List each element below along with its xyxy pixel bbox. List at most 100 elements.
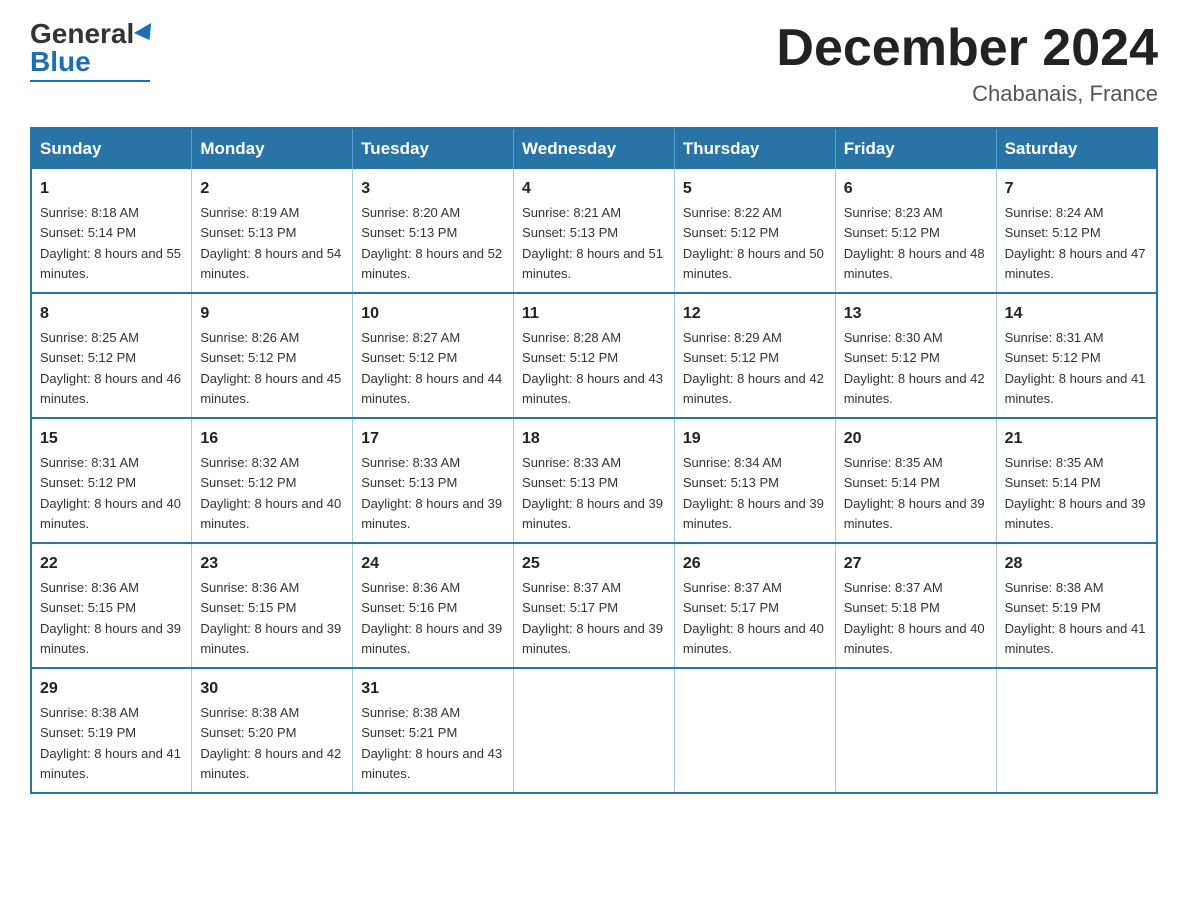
week-row-4: 22 Sunrise: 8:36 AMSunset: 5:15 PMDaylig… [31,543,1157,668]
day-info: Sunrise: 8:38 AMSunset: 5:19 PMDaylight:… [1005,580,1146,656]
table-row: 2 Sunrise: 8:19 AMSunset: 5:13 PMDayligh… [192,169,353,293]
table-row: 17 Sunrise: 8:33 AMSunset: 5:13 PMDaylig… [353,418,514,543]
day-info: Sunrise: 8:23 AMSunset: 5:12 PMDaylight:… [844,205,985,281]
table-row: 26 Sunrise: 8:37 AMSunset: 5:17 PMDaylig… [674,543,835,668]
logo-triangle-icon [134,23,158,45]
day-number: 29 [40,677,183,701]
day-info: Sunrise: 8:37 AMSunset: 5:17 PMDaylight:… [522,580,663,656]
day-info: Sunrise: 8:25 AMSunset: 5:12 PMDaylight:… [40,330,181,406]
day-info: Sunrise: 8:33 AMSunset: 5:13 PMDaylight:… [522,455,663,531]
day-info: Sunrise: 8:29 AMSunset: 5:12 PMDaylight:… [683,330,824,406]
table-row [996,668,1157,793]
header-sunday: Sunday [31,128,192,169]
table-row: 3 Sunrise: 8:20 AMSunset: 5:13 PMDayligh… [353,169,514,293]
day-number: 17 [361,427,505,451]
day-info: Sunrise: 8:38 AMSunset: 5:21 PMDaylight:… [361,705,502,781]
day-number: 8 [40,302,183,326]
logo-underline [30,80,150,82]
header-friday: Friday [835,128,996,169]
table-row: 23 Sunrise: 8:36 AMSunset: 5:15 PMDaylig… [192,543,353,668]
table-row: 28 Sunrise: 8:38 AMSunset: 5:19 PMDaylig… [996,543,1157,668]
day-info: Sunrise: 8:36 AMSunset: 5:15 PMDaylight:… [200,580,341,656]
table-row: 9 Sunrise: 8:26 AMSunset: 5:12 PMDayligh… [192,293,353,418]
day-info: Sunrise: 8:38 AMSunset: 5:19 PMDaylight:… [40,705,181,781]
day-number: 2 [200,177,344,201]
table-row: 22 Sunrise: 8:36 AMSunset: 5:15 PMDaylig… [31,543,192,668]
logo-general-text: General [30,20,134,48]
day-info: Sunrise: 8:34 AMSunset: 5:13 PMDaylight:… [683,455,824,531]
day-info: Sunrise: 8:38 AMSunset: 5:20 PMDaylight:… [200,705,341,781]
day-number: 24 [361,552,505,576]
day-info: Sunrise: 8:22 AMSunset: 5:12 PMDaylight:… [683,205,824,281]
table-row: 30 Sunrise: 8:38 AMSunset: 5:20 PMDaylig… [192,668,353,793]
day-info: Sunrise: 8:37 AMSunset: 5:18 PMDaylight:… [844,580,985,656]
table-row: 27 Sunrise: 8:37 AMSunset: 5:18 PMDaylig… [835,543,996,668]
table-row: 7 Sunrise: 8:24 AMSunset: 5:12 PMDayligh… [996,169,1157,293]
header-thursday: Thursday [674,128,835,169]
day-info: Sunrise: 8:24 AMSunset: 5:12 PMDaylight:… [1005,205,1146,281]
table-row: 11 Sunrise: 8:28 AMSunset: 5:12 PMDaylig… [514,293,675,418]
table-row: 16 Sunrise: 8:32 AMSunset: 5:12 PMDaylig… [192,418,353,543]
day-number: 6 [844,177,988,201]
day-number: 23 [200,552,344,576]
header-tuesday: Tuesday [353,128,514,169]
page-header: General Blue December 2024 Chabanais, Fr… [30,20,1158,107]
table-row: 8 Sunrise: 8:25 AMSunset: 5:12 PMDayligh… [31,293,192,418]
table-row: 15 Sunrise: 8:31 AMSunset: 5:12 PMDaylig… [31,418,192,543]
calendar-table: Sunday Monday Tuesday Wednesday Thursday… [30,127,1158,794]
day-number: 7 [1005,177,1148,201]
day-number: 14 [1005,302,1148,326]
day-number: 13 [844,302,988,326]
table-row [514,668,675,793]
header-wednesday: Wednesday [514,128,675,169]
day-info: Sunrise: 8:32 AMSunset: 5:12 PMDaylight:… [200,455,341,531]
calendar-header-row: Sunday Monday Tuesday Wednesday Thursday… [31,128,1157,169]
day-number: 22 [40,552,183,576]
month-year-title: December 2024 [776,20,1158,77]
day-number: 19 [683,427,827,451]
day-number: 16 [200,427,344,451]
day-info: Sunrise: 8:27 AMSunset: 5:12 PMDaylight:… [361,330,502,406]
week-row-3: 15 Sunrise: 8:31 AMSunset: 5:12 PMDaylig… [31,418,1157,543]
day-number: 15 [40,427,183,451]
location-subtitle: Chabanais, France [776,81,1158,107]
day-number: 9 [200,302,344,326]
header-saturday: Saturday [996,128,1157,169]
day-info: Sunrise: 8:35 AMSunset: 5:14 PMDaylight:… [1005,455,1146,531]
day-number: 31 [361,677,505,701]
logo-blue-text: Blue [30,48,91,76]
table-row: 24 Sunrise: 8:36 AMSunset: 5:16 PMDaylig… [353,543,514,668]
table-row: 29 Sunrise: 8:38 AMSunset: 5:19 PMDaylig… [31,668,192,793]
table-row: 13 Sunrise: 8:30 AMSunset: 5:12 PMDaylig… [835,293,996,418]
header-monday: Monday [192,128,353,169]
table-row [674,668,835,793]
table-row: 1 Sunrise: 8:18 AMSunset: 5:14 PMDayligh… [31,169,192,293]
day-info: Sunrise: 8:20 AMSunset: 5:13 PMDaylight:… [361,205,502,281]
day-info: Sunrise: 8:31 AMSunset: 5:12 PMDaylight:… [40,455,181,531]
day-number: 1 [40,177,183,201]
day-number: 20 [844,427,988,451]
table-row: 12 Sunrise: 8:29 AMSunset: 5:12 PMDaylig… [674,293,835,418]
day-info: Sunrise: 8:31 AMSunset: 5:12 PMDaylight:… [1005,330,1146,406]
day-number: 5 [683,177,827,201]
day-info: Sunrise: 8:18 AMSunset: 5:14 PMDaylight:… [40,205,181,281]
table-row: 10 Sunrise: 8:27 AMSunset: 5:12 PMDaylig… [353,293,514,418]
table-row [835,668,996,793]
day-info: Sunrise: 8:37 AMSunset: 5:17 PMDaylight:… [683,580,824,656]
day-number: 4 [522,177,666,201]
day-number: 27 [844,552,988,576]
day-info: Sunrise: 8:26 AMSunset: 5:12 PMDaylight:… [200,330,341,406]
table-row: 14 Sunrise: 8:31 AMSunset: 5:12 PMDaylig… [996,293,1157,418]
title-area: December 2024 Chabanais, France [776,20,1158,107]
day-number: 3 [361,177,505,201]
day-number: 21 [1005,427,1148,451]
table-row: 21 Sunrise: 8:35 AMSunset: 5:14 PMDaylig… [996,418,1157,543]
day-info: Sunrise: 8:36 AMSunset: 5:16 PMDaylight:… [361,580,502,656]
week-row-2: 8 Sunrise: 8:25 AMSunset: 5:12 PMDayligh… [31,293,1157,418]
table-row: 6 Sunrise: 8:23 AMSunset: 5:12 PMDayligh… [835,169,996,293]
day-number: 11 [522,302,666,326]
table-row: 4 Sunrise: 8:21 AMSunset: 5:13 PMDayligh… [514,169,675,293]
day-info: Sunrise: 8:36 AMSunset: 5:15 PMDaylight:… [40,580,181,656]
table-row: 31 Sunrise: 8:38 AMSunset: 5:21 PMDaylig… [353,668,514,793]
table-row: 19 Sunrise: 8:34 AMSunset: 5:13 PMDaylig… [674,418,835,543]
